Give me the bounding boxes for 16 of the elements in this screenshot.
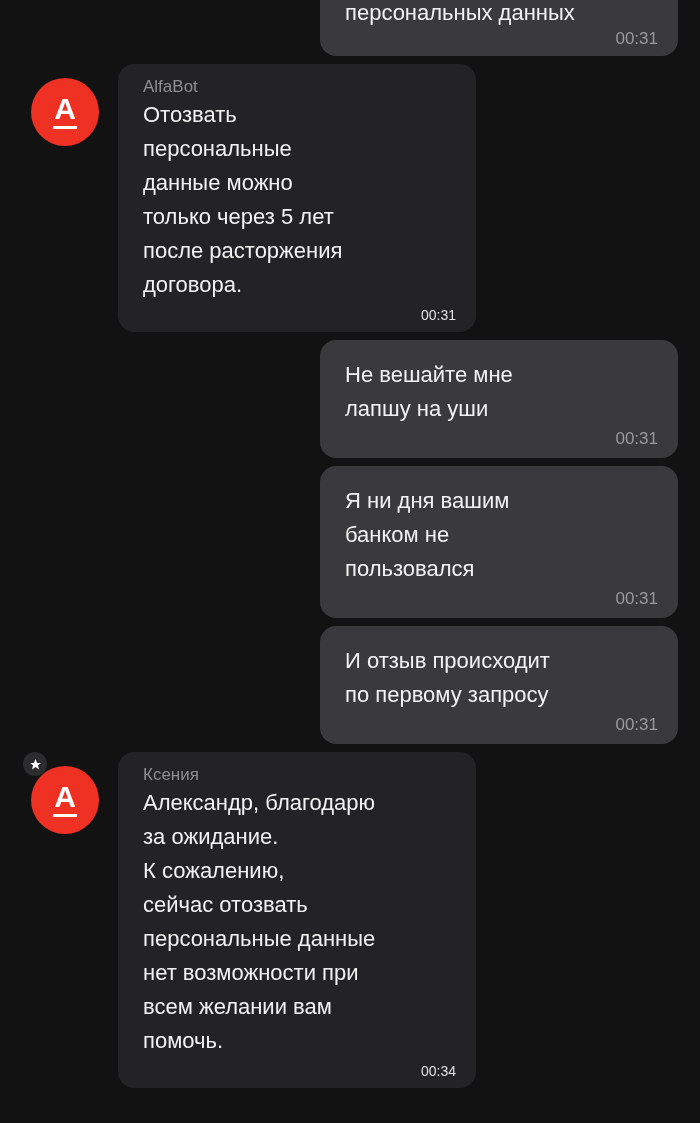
bank-logo: А [31, 78, 99, 146]
message-time: 00:31 [420, 306, 456, 325]
bank-logo: А [31, 766, 99, 834]
message-time: 00:34 [420, 1062, 456, 1081]
message-text: И отзыв происходит по первому запросу [345, 647, 551, 709]
sender-name: AlfaBot [143, 76, 199, 98]
message-time: 00:31 [615, 28, 658, 50]
message-time: 00:31 [615, 714, 658, 736]
message-text: Я ни дня вашим банком не пользовался [345, 487, 511, 583]
message-text: Александр, благодарю за ожидание. К сожалению, сейчас отозвать персональные данные нет возможности при всем желании вам помочь. [143, 789, 377, 1055]
sender-name: Ксения [143, 764, 200, 786]
message-time: 00:31 [615, 428, 658, 450]
message-text: персональных данных [345, 0, 576, 26]
message-time: 00:31 [615, 588, 658, 610]
message-text: Отозвать персональные данные можно только через 5 лет после расторжения договора. [143, 101, 344, 299]
message-text: Не вешайте мне лапшу на уши [345, 361, 514, 423]
